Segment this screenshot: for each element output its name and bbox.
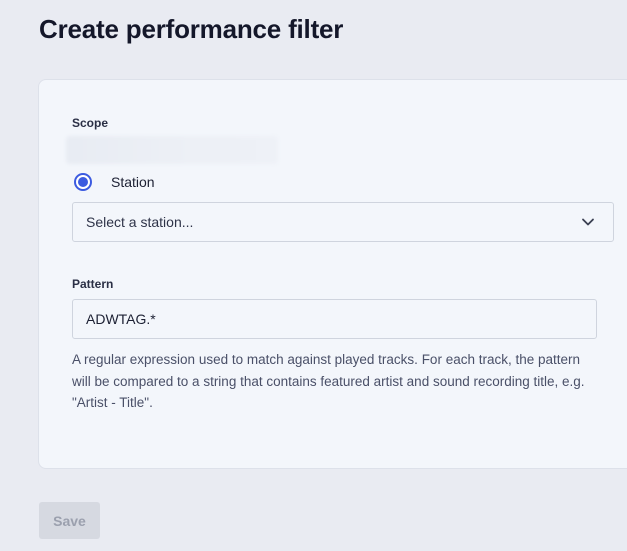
page-title: Create performance filter [39, 14, 344, 44]
station-select-value: Select a station... [86, 214, 194, 230]
radio-selected-dot [78, 177, 88, 187]
scope-label: Scope [72, 116, 109, 130]
scope-options-placeholder [66, 136, 278, 164]
pattern-label: Pattern [72, 277, 114, 291]
station-radio[interactable] [74, 173, 92, 191]
save-button[interactable]: Save [39, 502, 100, 539]
chevron-down-icon [582, 218, 594, 226]
pattern-input[interactable] [72, 299, 597, 339]
pattern-help-text: A regular expression used to match again… [72, 352, 585, 410]
page: Create performance filter Scope Station … [0, 0, 627, 551]
scope-station-option[interactable]: Station [74, 173, 155, 191]
station-radio-label[interactable]: Station [111, 174, 155, 190]
station-select[interactable]: Select a station... [72, 202, 614, 242]
filter-form-card: Scope Station Select a station... Patter… [38, 79, 627, 469]
